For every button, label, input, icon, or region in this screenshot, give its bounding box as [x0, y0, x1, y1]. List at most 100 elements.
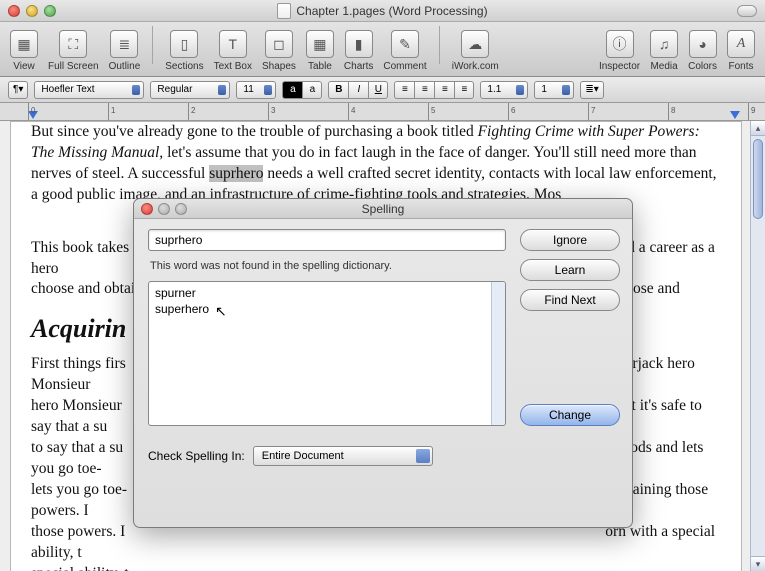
scroll-down-arrow[interactable]: ▾: [751, 556, 765, 571]
inspector-button[interactable]: ⓘ Inspector: [595, 24, 644, 74]
text-color-group: a a: [282, 81, 322, 99]
check-spelling-label: Check Spelling In:: [148, 449, 245, 463]
table-button[interactable]: ▦ Table: [302, 24, 338, 74]
line-spacing-value: 1.1: [487, 84, 501, 95]
font-size-select[interactable]: 11: [236, 81, 276, 99]
charts-icon: ▮: [345, 30, 373, 58]
shapes-icon: ◻: [265, 30, 293, 58]
text-style-group: B I U: [328, 81, 388, 99]
toolbar-label: Shapes: [262, 61, 296, 72]
spelling-dialog: Spelling Ignore Learn Find Next Change T…: [133, 198, 633, 528]
fonts-button[interactable]: AFonts: [723, 24, 759, 74]
scroll-up-arrow[interactable]: ▴: [751, 121, 765, 136]
toolbar-label: Charts: [344, 61, 373, 72]
toolbar-separator: [439, 26, 440, 64]
comment-button[interactable]: ✎ Comment: [379, 24, 430, 74]
text-color-button[interactable]: a: [282, 81, 302, 99]
columns-select[interactable]: 1: [534, 81, 574, 99]
font-family-value: Hoefler Text: [41, 84, 94, 95]
toolbar-label: View: [13, 61, 35, 72]
colors-button[interactable]: ◕ Colors: [684, 24, 721, 74]
suggestions-list[interactable]: spurner superhero ↖: [148, 281, 506, 426]
outline-icon: ≣: [110, 30, 138, 58]
inspector-icon: ⓘ: [606, 30, 634, 58]
toolbar-label: Fonts: [728, 61, 753, 72]
learn-button[interactable]: Learn: [520, 259, 620, 281]
text: This book takes: [31, 239, 129, 256]
textbox-icon: T: [219, 30, 247, 58]
align-center-button[interactable]: ≡: [414, 81, 434, 99]
media-button[interactable]: ♫ Media: [646, 24, 682, 74]
text: But since you've already gone to the tro…: [31, 123, 478, 140]
bg-color-button[interactable]: a: [302, 81, 322, 99]
font-weight-select[interactable]: Regular: [150, 81, 230, 99]
label: a: [310, 84, 316, 95]
toolbar-label: Inspector: [599, 61, 640, 72]
label: Find Next: [544, 293, 595, 307]
right-margin-marker[interactable]: [730, 111, 740, 119]
colors-icon: ◕: [689, 30, 717, 58]
view-button[interactable]: ▦ View: [6, 24, 42, 74]
charts-button[interactable]: ▮ Charts: [340, 24, 377, 74]
toolbar-label: Comment: [383, 61, 426, 72]
label: Change: [549, 408, 591, 422]
italic-button[interactable]: I: [348, 81, 368, 99]
list-scrollbar[interactable]: [491, 282, 505, 425]
align-left-button[interactable]: ≡: [394, 81, 414, 99]
toolbar-label: Text Box: [214, 61, 252, 72]
label: a: [290, 84, 296, 95]
format-bar: ¶▾ Hoefler Text Regular 11 a a B I U ≡ ≡…: [0, 77, 765, 103]
scope-value: Entire Document: [262, 450, 344, 462]
line-spacing-select[interactable]: 1.1: [480, 81, 528, 99]
check-scope-select[interactable]: Entire Document: [253, 446, 433, 466]
scroll-thumb[interactable]: [753, 139, 763, 219]
horizontal-ruler[interactable]: 0123456789: [0, 103, 765, 121]
columns-value: 1: [541, 84, 547, 95]
toolbar-separator: [152, 26, 153, 64]
fullscreen-icon: ⛶: [59, 30, 87, 58]
font-family-select[interactable]: Hoefler Text: [34, 81, 144, 99]
misspelled-word[interactable]: suprhero: [209, 165, 263, 182]
paragraph-style-menu[interactable]: ¶▾: [8, 81, 28, 99]
toolbar-label: Media: [650, 61, 677, 72]
text: orn with a special ability, t: [31, 523, 715, 561]
iwork-button[interactable]: ☁ iWork.com: [448, 24, 503, 74]
outline-button[interactable]: ≣ Outline: [105, 24, 145, 74]
suggestion-item[interactable]: superhero: [155, 302, 499, 318]
font-weight-value: Regular: [157, 84, 192, 95]
align-right-button[interactable]: ≡: [434, 81, 454, 99]
label: ¶: [13, 84, 18, 95]
toolbar-label: Table: [308, 61, 332, 72]
toolbar-label: Colors: [688, 61, 717, 72]
spelling-message: This word was not found in the spelling …: [148, 259, 506, 273]
shapes-button[interactable]: ◻ Shapes: [258, 24, 300, 74]
misspelled-word-field[interactable]: [148, 229, 506, 251]
ignore-button[interactable]: Ignore: [520, 229, 620, 251]
toolbar-label: Sections: [165, 61, 203, 72]
view-icon: ▦: [10, 30, 38, 58]
dialog-titlebar[interactable]: Spelling: [134, 199, 632, 219]
media-icon: ♫: [650, 30, 678, 58]
label: Learn: [555, 263, 586, 277]
align-justify-button[interactable]: ≡: [454, 81, 474, 99]
sections-button[interactable]: ▯Sections: [161, 24, 207, 74]
comment-icon: ✎: [391, 30, 419, 58]
change-button[interactable]: Change: [520, 404, 620, 426]
window-title-text: Chapter 1.pages (Word Processing): [296, 4, 487, 18]
suggestion-item[interactable]: spurner: [155, 286, 499, 302]
table-icon: ▦: [306, 30, 334, 58]
bold-button[interactable]: B: [328, 81, 348, 99]
toolbar-label: iWork.com: [452, 61, 499, 72]
window-title: Chapter 1.pages (Word Processing): [0, 3, 765, 19]
dialog-title: Spelling: [134, 202, 632, 216]
underline-button[interactable]: U: [368, 81, 388, 99]
list-style-button[interactable]: ≣▾: [580, 81, 603, 99]
window-titlebar: Chapter 1.pages (Word Processing): [0, 0, 765, 22]
textbox-button[interactable]: T Text Box: [210, 24, 256, 74]
document-icon: [277, 3, 291, 19]
fullscreen-button[interactable]: ⛶Full Screen: [44, 24, 103, 74]
vertical-scrollbar[interactable]: ▴ ▾: [750, 121, 765, 571]
find-next-button[interactable]: Find Next: [520, 289, 620, 311]
toolbar-label: Outline: [109, 61, 141, 72]
iwork-icon: ☁: [461, 30, 489, 58]
